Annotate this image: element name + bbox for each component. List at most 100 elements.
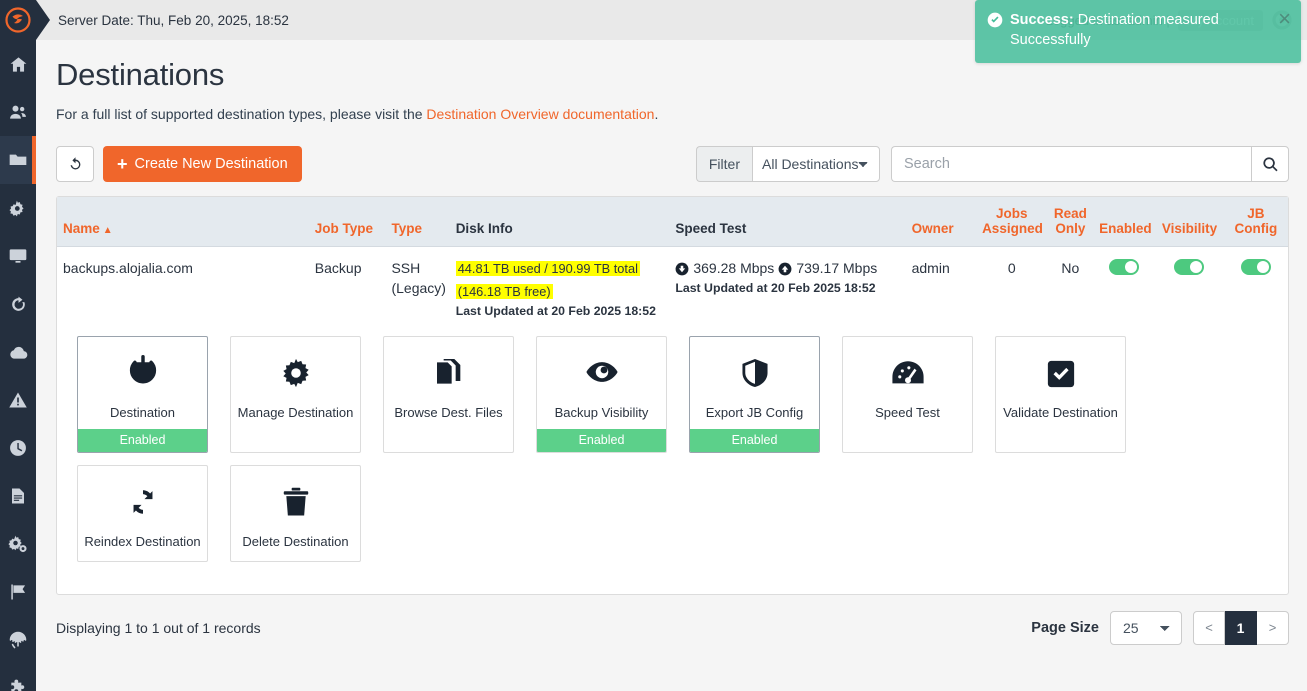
action-badge: Enabled [690, 429, 819, 453]
action-label: Delete Destination [242, 534, 349, 550]
sidebar-item-cloud[interactable] [0, 328, 36, 376]
action-label: Browse Dest. Files [394, 405, 503, 421]
folder-icon [8, 150, 28, 170]
table-footer: Displaying 1 to 1 out of 1 records Page … [56, 610, 1289, 653]
pagination: Page Size 25 < 1 > [1031, 610, 1289, 645]
refresh-icon [9, 295, 28, 314]
warning-icon [8, 390, 28, 410]
action-cards: Destination Enabled Manage Destination B… [57, 324, 1288, 593]
create-new-destination-button[interactable]: + Create New Destination [103, 146, 302, 182]
home-icon [9, 55, 28, 74]
col-type[interactable]: Type [385, 197, 450, 248]
gears-icon [8, 199, 28, 218]
close-icon[interactable]: × [1278, 8, 1291, 30]
action-card-export-jb-config[interactable]: Export JB Config Enabled [689, 336, 820, 454]
action-badge: Enabled [537, 429, 666, 453]
action-label: Destination [109, 405, 176, 421]
col-enabled[interactable]: Enabled [1093, 197, 1156, 248]
sidebar-item-schedules[interactable] [0, 424, 36, 472]
cell-name: backups.alojalia.com [63, 260, 193, 277]
action-card-validate-destination[interactable]: Validate Destination [995, 336, 1126, 454]
col-job-type[interactable]: Job Type [308, 197, 386, 248]
destinations-table-card: Name ▲ Job Type Type Disk Info Speed Test… [56, 196, 1289, 595]
sidebar-item-security[interactable] [0, 616, 36, 664]
sidebar-item-home[interactable] [0, 40, 36, 88]
page-size-select[interactable]: 25 [1110, 610, 1182, 645]
cell-disk-info: 44.81 TB used / 190.99 TB total (146.18 … [450, 247, 670, 325]
sidebar-item-plugins[interactable] [0, 664, 36, 691]
sidebar-item-alerts[interactable] [0, 376, 36, 424]
destination-overview-link[interactable]: Destination Overview documentation [426, 106, 654, 122]
refresh-icon [67, 156, 84, 173]
action-card-backup-visibility[interactable]: Backup Visibility Enabled [536, 336, 667, 454]
col-speed-test: Speed Test [669, 197, 906, 248]
filter-group: Filter All Destinations [695, 146, 880, 182]
power-icon [125, 337, 161, 393]
next-page-button[interactable]: > [1257, 610, 1289, 645]
success-toast: Success: Destination measured Successful… [975, 0, 1301, 64]
col-name[interactable]: Name ▲ [57, 197, 309, 248]
sidebar-item-users[interactable] [0, 88, 36, 136]
action-card-browse-dest-files[interactable]: Browse Dest. Files [383, 336, 514, 454]
records-count: Displaying 1 to 1 out of 1 records [56, 619, 261, 636]
action-card-reindex-destination[interactable]: Reindex Destination [77, 465, 208, 562]
search-input[interactable] [891, 146, 1251, 182]
disk-free: (146.18 TB free) [455, 284, 553, 300]
prev-page-button[interactable]: < [1193, 610, 1225, 645]
sidebar-item-destinations[interactable] [0, 136, 36, 184]
action-label: Reindex Destination [84, 534, 201, 550]
sidebar-item-restore[interactable] [0, 280, 36, 328]
search-icon [1262, 156, 1279, 173]
cogs-icon [8, 534, 28, 554]
shield-icon [739, 337, 771, 393]
gauge-icon [891, 337, 925, 393]
toast-strong: Success: [1010, 12, 1074, 28]
enabled-toggle[interactable] [1109, 259, 1140, 276]
action-card-destination[interactable]: Destination Enabled [77, 336, 208, 454]
sidebar-item-monitoring[interactable] [0, 232, 36, 280]
cell-job-type: Backup [314, 260, 362, 277]
flag-icon [8, 582, 28, 602]
subtitle-after: . [654, 106, 659, 122]
sidebar-pointer [36, 0, 50, 40]
table-body: backups.alojalia.com Backup SSH (Legacy)… [57, 247, 1288, 325]
speed-download: 369.28 Mbps [693, 260, 775, 277]
sidebar-item-reports[interactable] [0, 472, 36, 520]
action-card-speed-test[interactable]: Speed Test [842, 336, 973, 454]
sidebar-item-flags[interactable] [0, 568, 36, 616]
col-owner[interactable]: Owner [905, 197, 977, 248]
page-size-label: Page Size [1031, 619, 1099, 636]
col-read-only[interactable]: Read Only [1047, 197, 1094, 248]
plus-icon: + [117, 154, 128, 174]
table-head: Name ▲ Job Type Type Disk Info Speed Test… [57, 197, 1288, 248]
users-icon [8, 102, 28, 122]
cell-read-only: No [1061, 260, 1080, 277]
search-group [891, 146, 1289, 182]
refresh-button[interactable] [56, 146, 94, 182]
col-disk-info: Disk Info [449, 197, 670, 248]
sidebar-item-settings[interactable] [0, 520, 36, 568]
col-jb-config[interactable]: JB Config [1223, 197, 1288, 248]
filter-label: Filter [695, 146, 752, 182]
action-card-delete-destination[interactable]: Delete Destination [230, 465, 361, 562]
destinations-table: Name ▲ Job Type Type Disk Info Speed Test… [57, 197, 1288, 324]
col-visibility[interactable]: Visibility [1155, 197, 1224, 248]
sidebar-item-jobs[interactable] [0, 184, 36, 232]
app-logo-icon[interactable] [0, 0, 36, 40]
visibility-toggle[interactable] [1174, 259, 1205, 276]
speed-upload: 739.17 Mbps [796, 260, 878, 277]
search-button[interactable] [1251, 146, 1289, 182]
check-circle-icon [987, 12, 1003, 28]
jb-config-toggle[interactable] [1240, 259, 1271, 276]
action-label: Backup Visibility [554, 405, 649, 421]
col-jobs-assigned[interactable]: Jobs Assigned [976, 197, 1048, 248]
monitor-icon [8, 246, 28, 266]
page-1-button[interactable]: 1 [1225, 610, 1257, 645]
action-card-manage-destination[interactable]: Manage Destination [230, 336, 361, 454]
filter-select[interactable]: All Destinations [752, 146, 880, 182]
table-row[interactable]: backups.alojalia.com Backup SSH (Legacy)… [57, 247, 1288, 325]
action-label: Manage Destination [237, 405, 354, 421]
cell-jb-config [1224, 247, 1288, 325]
cell-enabled [1093, 247, 1155, 325]
action-label: Speed Test [875, 405, 940, 421]
